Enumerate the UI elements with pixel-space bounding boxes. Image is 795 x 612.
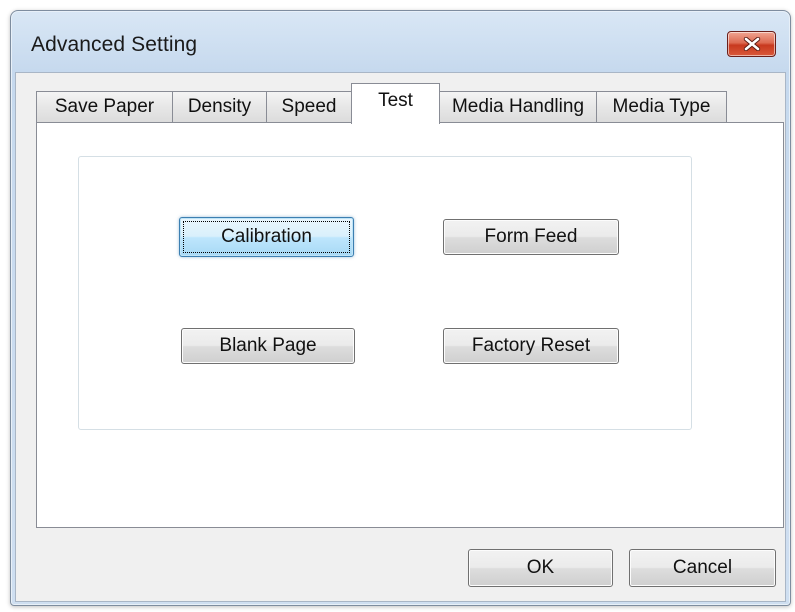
ok-button[interactable]: OK [468,549,613,587]
test-group-box: Calibration Form Feed Blank Page Factory… [78,156,692,430]
ok-button-label: OK [526,557,555,578]
form-feed-button[interactable]: Form Feed [443,219,619,255]
form-feed-button-label: Form Feed [484,226,578,247]
calibration-button-label: Calibration [221,226,312,247]
tab-speed[interactable]: Speed [266,91,352,122]
tab-media-type[interactable]: Media Type [596,91,727,122]
calibration-button[interactable]: Calibration [179,217,354,257]
tab-media-handling[interactable]: Media Handling [439,91,597,122]
blank-page-button-label: Blank Page [219,335,317,356]
factory-reset-button-label: Factory Reset [471,335,591,356]
close-button[interactable] [727,31,776,57]
cancel-button[interactable]: Cancel [629,549,776,587]
tab-test[interactable]: Test [351,83,440,124]
cancel-button-label: Cancel [672,557,733,578]
blank-page-button[interactable]: Blank Page [181,328,355,364]
tab-density[interactable]: Density [172,91,267,122]
close-icon [743,37,760,51]
factory-reset-button[interactable]: Factory Reset [443,328,619,364]
test-tab-panel: Calibration Form Feed Blank Page Factory… [36,122,784,528]
dialog-title: Advanced Setting [31,33,198,56]
tab-save-paper[interactable]: Save Paper [36,91,173,122]
